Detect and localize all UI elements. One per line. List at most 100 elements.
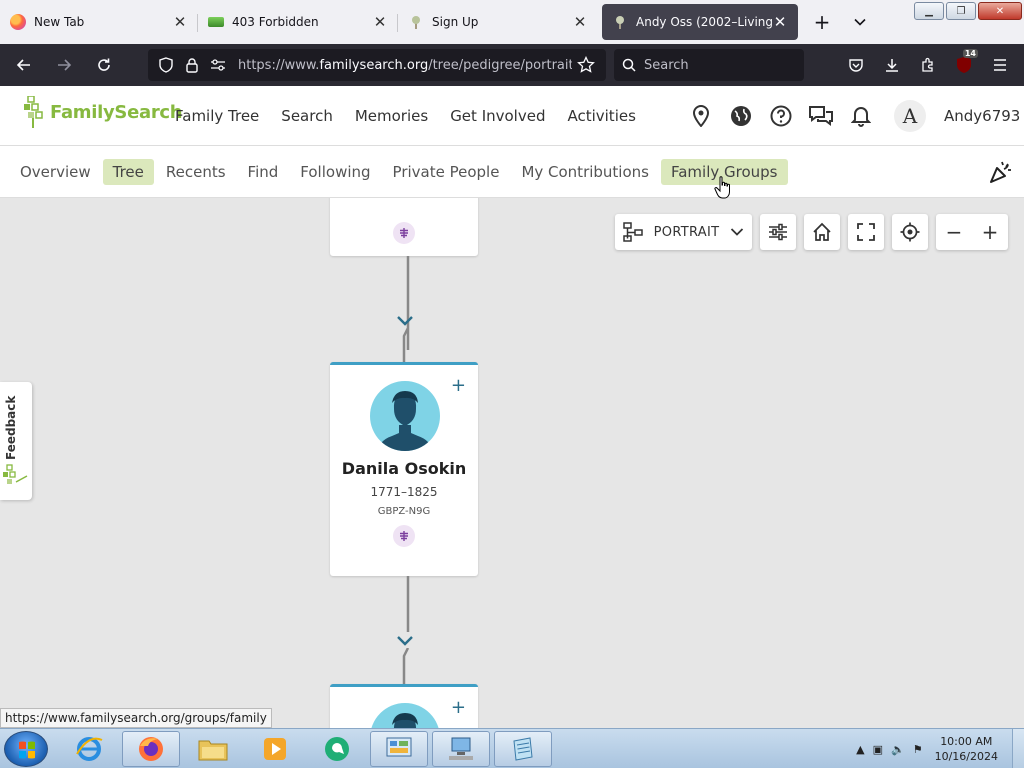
extensions-icon[interactable] (912, 49, 944, 81)
tab-title: New Tab (34, 15, 85, 29)
volume-muted-icon[interactable]: 🔈 (891, 743, 905, 756)
taskbar-media-player[interactable] (246, 731, 304, 767)
family-tree-logo-icon (3, 464, 28, 484)
ublock-icon[interactable]: 14 (948, 49, 980, 81)
nav-get-involved[interactable]: Get Involved (439, 107, 556, 125)
avatar[interactable]: A (894, 100, 926, 132)
username[interactable]: Andy6793 (944, 107, 1020, 125)
male-silhouette-avatar (370, 381, 440, 451)
taskbar-control-panel[interactable] (370, 731, 428, 767)
add-relative-plus-icon[interactable]: + (451, 697, 466, 718)
browser-tab[interactable]: New Tab ✕ (0, 2, 198, 42)
tab-list-chevron-icon[interactable] (844, 6, 876, 38)
bookmark-star-icon[interactable] (574, 53, 598, 77)
taskbar-firefox[interactable] (122, 731, 180, 767)
main-nav: Family Tree Search Memories Get Involved… (164, 86, 647, 146)
tab-private-people[interactable]: Private People (383, 159, 510, 185)
tree-layout-icon (623, 222, 643, 242)
person-card[interactable]: + (330, 684, 478, 728)
zoom-out-button[interactable]: − (946, 220, 963, 244)
celebration-popper-icon[interactable] (988, 159, 1014, 185)
tab-title: Sign Up (432, 15, 479, 29)
minimize-button[interactable]: ▁ (914, 2, 944, 20)
tree-connector-line (406, 576, 410, 632)
taskbar-network-app[interactable] (432, 731, 490, 767)
search-bar[interactable]: Search (614, 49, 804, 81)
nav-search[interactable]: Search (270, 107, 344, 125)
reload-button[interactable] (88, 49, 120, 81)
close-icon[interactable]: ✕ (172, 13, 188, 31)
browser-tab-active[interactable]: Andy Oss (2002–Living) • S ✕ (602, 4, 798, 40)
familysearch-logo[interactable]: FamilySearch (24, 96, 183, 128)
url-text[interactable]: https://www.familysearch.org/tree/pedigr… (238, 58, 572, 73)
pedigree-canvas[interactable]: + Danila Osokin 1771–1825 GBPZ-N9G + POR… (0, 198, 1024, 728)
close-icon[interactable]: ✕ (572, 13, 588, 31)
nav-activities[interactable]: Activities (556, 107, 646, 125)
tab-following[interactable]: Following (290, 159, 380, 185)
view-mode-dropdown[interactable]: PORTRAIT (615, 214, 752, 250)
taskbar-internet-explorer[interactable] (60, 731, 118, 767)
forbidden-favicon (208, 17, 224, 27)
notifications-bell-icon[interactable] (846, 101, 876, 131)
help-icon[interactable] (766, 101, 796, 131)
start-button[interactable] (4, 731, 48, 767)
person-name[interactable]: Danila Osokin (330, 459, 478, 478)
familysearch-leaf-icon (612, 14, 628, 30)
lock-icon[interactable] (180, 53, 204, 77)
record-hint-icon[interactable] (393, 525, 415, 547)
family-tree-subnav: Overview Tree Recents Find Following Pri… (0, 146, 1024, 198)
forward-button[interactable] (48, 49, 80, 81)
taskbar-notepad[interactable] (494, 731, 552, 767)
clock-date: 10/16/2024 (934, 750, 998, 763)
globe-icon[interactable] (726, 101, 756, 131)
permissions-icon[interactable] (206, 53, 230, 77)
nav-memories[interactable]: Memories (344, 107, 439, 125)
tab-recents[interactable]: Recents (156, 159, 236, 185)
tree-settings-button[interactable] (760, 214, 796, 250)
browser-tab[interactable]: 403 Forbidden ✕ (198, 2, 398, 42)
window-close-button[interactable]: ✕ (978, 2, 1022, 20)
tab-my-contributions[interactable]: My Contributions (511, 159, 659, 185)
tab-tree[interactable]: Tree (102, 159, 154, 185)
taskbar-file-explorer[interactable] (184, 731, 242, 767)
back-button[interactable] (8, 49, 40, 81)
taskbar-messenger-app[interactable] (308, 731, 366, 767)
fullscreen-button[interactable] (848, 214, 884, 250)
record-hint-icon[interactable] (393, 222, 415, 244)
extension-badge: 14 (962, 49, 978, 58)
show-hidden-icons-chevron-icon[interactable]: ▲ (856, 743, 864, 756)
location-pin-icon[interactable] (686, 101, 716, 131)
nav-family-tree[interactable]: Family Tree (164, 107, 270, 125)
recenter-button[interactable] (892, 214, 928, 250)
url-bar[interactable]: https://www.familysearch.org/tree/pedigr… (148, 49, 606, 81)
tree-connector-line (402, 328, 410, 362)
hand-pointer-cursor (714, 176, 730, 199)
control-panel-icon (386, 737, 412, 757)
messages-icon[interactable] (806, 101, 836, 131)
folder-icon (198, 740, 228, 761)
tracking-shield-icon[interactable] (154, 53, 178, 77)
zoom-in-button[interactable]: + (982, 220, 999, 244)
new-tab-button[interactable]: + (806, 6, 838, 38)
person-card-selected[interactable]: + Danila Osokin 1771–1825 GBPZ-N9G (330, 362, 478, 576)
add-relative-plus-icon[interactable]: + (451, 375, 466, 396)
feedback-tab[interactable]: Feedback (0, 382, 32, 500)
expand-chevron-icon[interactable] (395, 314, 415, 328)
person-card[interactable] (330, 198, 478, 256)
browser-tab[interactable]: Sign Up ✕ (398, 2, 598, 42)
tab-overview[interactable]: Overview (10, 159, 101, 185)
expand-chevron-icon[interactable] (395, 634, 415, 648)
network-status-icon[interactable]: ▣ (873, 743, 883, 756)
restore-button[interactable]: ❐ (946, 2, 976, 20)
close-icon[interactable]: ✕ (372, 13, 388, 31)
pocket-icon[interactable] (840, 49, 872, 81)
action-center-flag-icon[interactable]: ⚑ (913, 743, 923, 756)
close-icon[interactable]: ✕ (772, 13, 788, 31)
menu-icon[interactable] (984, 49, 1016, 81)
downloads-icon[interactable] (876, 49, 908, 81)
home-person-button[interactable] (804, 214, 840, 250)
clock[interactable]: 10:00 AM 10/16/2024 (935, 734, 998, 764)
show-desktop-button[interactable] (1012, 729, 1024, 768)
tab-find[interactable]: Find (238, 159, 289, 185)
firefox-icon (139, 737, 163, 761)
